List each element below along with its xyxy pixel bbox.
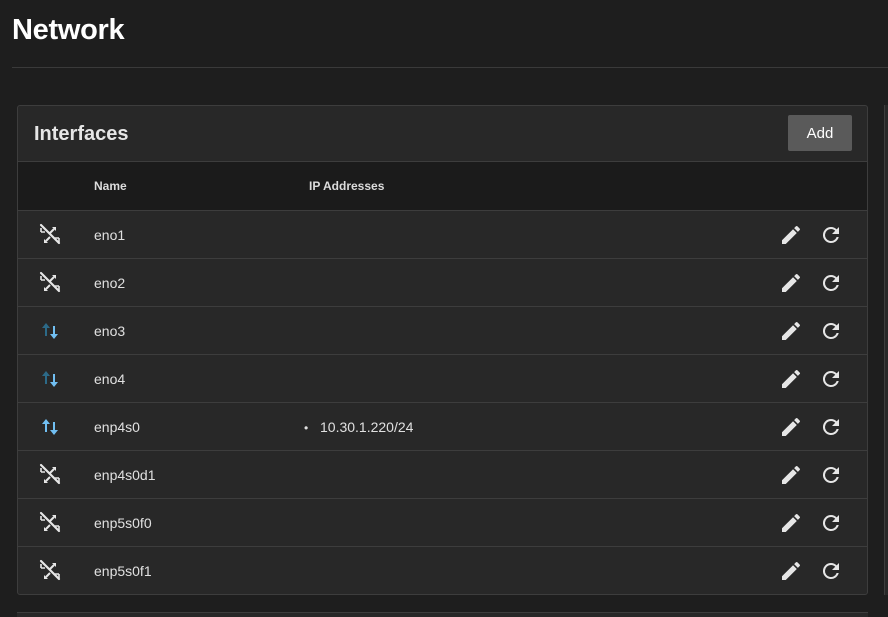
refresh-icon[interactable] [819,559,843,583]
network-disconnected-icon [38,511,62,535]
network-link-arrows-icon [38,415,62,439]
table-row: enp5s0f0 [18,499,867,547]
edit-icon[interactable] [779,319,803,343]
table-row: enp4s0 10.30.1.220/24 [18,403,867,451]
refresh-icon[interactable] [819,319,843,343]
adjacent-panel-edge [884,105,888,595]
refresh-icon[interactable] [819,223,843,247]
interface-name: eno1 [94,227,126,243]
edit-icon[interactable] [779,223,803,247]
interfaces-card: Interfaces Add Name IP Addresses eno1 eno… [17,105,868,595]
add-button[interactable]: Add [788,115,852,151]
interface-name: enp4s0 [94,419,140,435]
interface-name: enp5s0f1 [94,563,152,579]
interface-name: eno2 [94,275,126,291]
card-header: Interfaces Add [18,106,867,162]
table-row: eno4 [18,355,867,403]
edit-icon[interactable] [779,271,803,295]
refresh-icon[interactable] [819,463,843,487]
ip-address: 10.30.1.220/24 [304,419,413,435]
ip-address-text: 10.30.1.220/24 [320,419,414,435]
title-divider [12,67,888,68]
edit-icon[interactable] [779,367,803,391]
table-row: eno2 [18,259,867,307]
refresh-icon[interactable] [819,415,843,439]
network-disconnected-icon [38,271,62,295]
interface-name: enp5s0f0 [94,515,152,531]
next-card-edge [17,612,868,617]
edit-icon[interactable] [779,415,803,439]
edit-icon[interactable] [779,511,803,535]
column-header-ip-addresses: IP Addresses [309,179,385,193]
interface-name: enp4s0d1 [94,467,156,483]
refresh-icon[interactable] [819,367,843,391]
network-link-arrows-icon [38,319,62,343]
interface-name: eno4 [94,371,126,387]
edit-icon[interactable] [779,463,803,487]
page-title: Network [12,14,125,46]
network-link-arrows-icon [38,367,62,391]
table-row: enp5s0f1 [18,547,867,594]
ip-address-list: 10.30.1.220/24 [304,419,413,435]
refresh-icon[interactable] [819,271,843,295]
edit-icon[interactable] [779,559,803,583]
network-disconnected-icon [38,223,62,247]
refresh-icon[interactable] [819,511,843,535]
card-title: Interfaces [34,123,129,145]
table-row: enp4s0d1 [18,451,867,499]
table-header: Name IP Addresses [18,162,867,211]
interface-name: eno3 [94,323,126,339]
column-header-name: Name [94,179,127,193]
network-disconnected-icon [38,559,62,583]
network-disconnected-icon [38,463,62,487]
table-row: eno1 [18,211,867,259]
table-row: eno3 [18,307,867,355]
interfaces-table-body: eno1eno2eno3eno4enp4s010.30.1.220/24enp4… [18,211,867,594]
